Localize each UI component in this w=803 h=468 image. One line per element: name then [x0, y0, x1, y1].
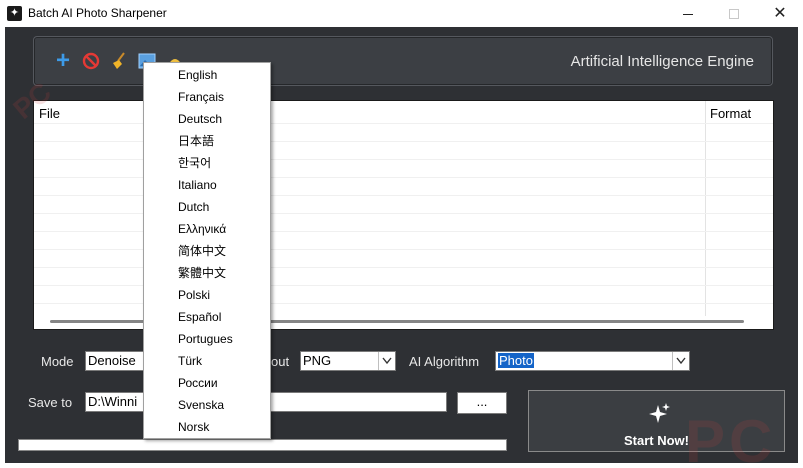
output-label: out	[271, 354, 290, 369]
language-item-francais[interactable]: Français	[178, 86, 224, 108]
minimize-icon	[683, 13, 693, 15]
mode-select[interactable]: Denoise	[85, 351, 149, 371]
title-bar: ✦ Batch AI Photo Sharpener ✕	[0, 0, 803, 27]
language-item-greek[interactable]: Ελληνικά	[178, 218, 226, 240]
language-item-portugues[interactable]: Portugues	[178, 328, 233, 350]
close-button[interactable]: ✕	[757, 0, 803, 27]
language-item-japanese[interactable]: 日本語	[178, 130, 214, 152]
mode-value: Denoise	[88, 353, 136, 368]
start-now-label: Start Now!	[624, 433, 689, 448]
maximize-button[interactable]	[711, 0, 757, 27]
ai-algorithm-value: Photo	[498, 353, 534, 368]
language-item-simplified-chinese[interactable]: 简体中文	[178, 240, 226, 262]
browse-button[interactable]: ...	[457, 392, 507, 414]
engine-label: Artificial Intelligence Engine	[570, 53, 754, 70]
progress-bar	[18, 439, 507, 451]
language-item-deutsch[interactable]: Deutsch	[178, 108, 222, 130]
language-item-english[interactable]: English	[178, 64, 217, 86]
window-title: Batch AI Photo Sharpener	[28, 6, 167, 20]
column-divider	[705, 101, 706, 316]
language-item-espanol[interactable]: Español	[178, 306, 221, 328]
maximize-icon	[729, 9, 739, 20]
language-item-korean[interactable]: 한국어	[178, 152, 211, 174]
language-item-polski[interactable]: Polski	[178, 284, 210, 306]
language-item-turk[interactable]: Türk	[178, 350, 202, 372]
output-format-value: PNG	[303, 353, 332, 368]
language-item-russian[interactable]: России	[178, 372, 218, 394]
language-item-svenska[interactable]: Svenska	[178, 394, 224, 416]
column-header-file[interactable]: File	[39, 106, 60, 121]
start-now-button[interactable]: Start Now!	[528, 390, 785, 452]
language-item-traditional-chinese[interactable]: 繁體中文	[178, 262, 226, 284]
remove-icon[interactable]	[81, 51, 101, 71]
minimize-button[interactable]	[665, 0, 711, 27]
main-window: + Artificial Intelligence Engine File Fo…	[5, 27, 798, 468]
close-icon: ✕	[773, 5, 787, 22]
clear-icon[interactable]	[109, 51, 129, 71]
chevron-down-icon[interactable]	[672, 352, 689, 370]
save-to-value: D:\Winni	[88, 394, 138, 409]
ai-algorithm-label: AI Algorithm	[409, 354, 480, 369]
menu-gutter	[144, 63, 172, 438]
ai-algorithm-select[interactable]: Photo	[495, 351, 690, 371]
chevron-down-icon[interactable]	[378, 352, 395, 370]
app-icon: ✦	[7, 6, 22, 21]
output-format-select[interactable]: PNG	[300, 351, 396, 371]
sparkle-icon	[649, 403, 670, 423]
save-to-label: Save to	[28, 395, 73, 410]
language-item-italiano[interactable]: Italiano	[178, 174, 217, 196]
column-header-format[interactable]: Format	[710, 106, 751, 121]
add-icon[interactable]: +	[53, 49, 73, 73]
language-item-dutch[interactable]: Dutch	[178, 196, 209, 218]
mode-label: Mode	[41, 354, 74, 369]
language-menu: English Français Deutsch 日本語 한국어 Italian…	[143, 62, 271, 439]
language-item-norsk[interactable]: Norsk	[178, 416, 209, 438]
